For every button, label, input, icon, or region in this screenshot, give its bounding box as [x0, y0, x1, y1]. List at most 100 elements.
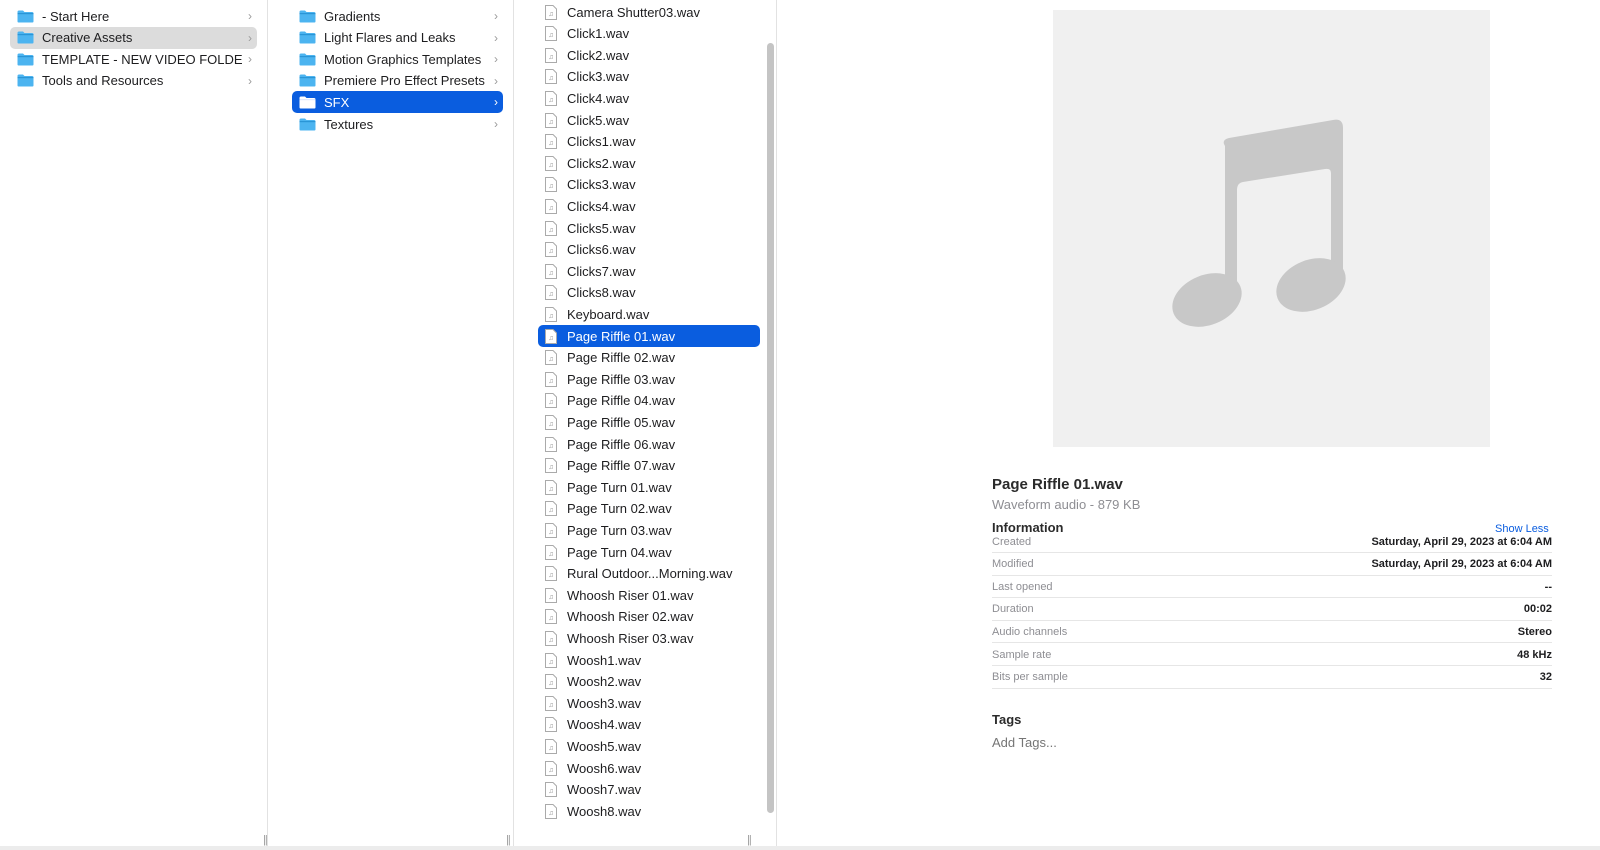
sfx-scrollbar[interactable]	[767, 43, 774, 813]
file-row[interactable]: ♫ Page Riffle 07.wav	[538, 455, 760, 477]
audio-file-icon: ♫	[545, 458, 557, 474]
chevron-right-icon: ›	[248, 9, 252, 23]
audio-file-icon: ♫	[545, 479, 557, 495]
svg-text:♫: ♫	[548, 54, 553, 61]
file-row[interactable]: ♫ Whoosh Riser 02.wav	[538, 606, 760, 628]
folder-icon	[17, 31, 34, 44]
file-row[interactable]: ♫ Page Riffle 06.wav	[538, 433, 760, 455]
info-value: Saturday, April 29, 2023 at 6:04 AM	[1371, 558, 1552, 571]
info-key: Last opened	[992, 580, 1053, 593]
file-row[interactable]: ♫ Clicks7.wav	[538, 260, 760, 282]
file-row[interactable]: ♫ Page Turn 03.wav	[538, 519, 760, 541]
file-name: Page Turn 03.wav	[567, 522, 672, 538]
audio-file-icon: ♫	[545, 90, 557, 106]
file-row[interactable]: ♫ Clicks6.wav	[538, 239, 760, 261]
info-row: Bits per sample 32	[992, 667, 1552, 689]
folder-row[interactable]: Textures ›	[292, 113, 503, 135]
file-row[interactable]: ♫ Woosh8.wav	[538, 800, 760, 822]
audio-file-icon: ♫	[545, 371, 557, 387]
file-row[interactable]: ♫ Woosh5.wav	[538, 735, 760, 757]
file-name: Woosh8.wav	[567, 803, 642, 819]
file-row[interactable]: ♫ Click3.wav	[538, 66, 760, 88]
audio-file-icon: ♫	[545, 587, 557, 603]
folder-row[interactable]: Light Flares and Leaks ›	[292, 27, 503, 49]
chevron-right-icon: ›	[494, 95, 498, 110]
folder-icon	[299, 118, 316, 131]
audio-file-icon: ♫	[545, 674, 557, 690]
folder-row[interactable]: Tools and Resources ›	[10, 70, 257, 92]
audio-file-icon: ♫	[545, 220, 557, 236]
file-name: Page Riffle 05.wav	[567, 414, 676, 430]
folder-row[interactable]: Gradients ›	[292, 5, 503, 27]
file-row[interactable]: ♫ Woosh4.wav	[538, 714, 760, 736]
column2-resize-handle[interactable]: ||	[506, 834, 511, 846]
file-row[interactable]: ♫ Whoosh Riser 01.wav	[538, 584, 760, 606]
svg-text:♫: ♫	[548, 399, 553, 406]
file-row[interactable]: ♫ Page Riffle 05.wav	[538, 411, 760, 433]
file-name: Clicks4.wav	[567, 198, 636, 214]
column3-resize-handle[interactable]: ||	[747, 834, 752, 846]
svg-text:♫: ♫	[548, 572, 553, 579]
chevron-right-icon: ›	[494, 9, 498, 23]
file-row[interactable]: ♫ Woosh6.wav	[538, 757, 760, 779]
audio-file-icon: ♫	[545, 112, 557, 128]
audio-file-icon: ♫	[545, 306, 557, 322]
file-name: Keyboard.wav	[567, 306, 650, 322]
file-row[interactable]: ♫ Clicks5.wav	[538, 217, 760, 239]
svg-text:♫: ♫	[548, 594, 553, 601]
folder-row[interactable]: TEMPLATE - NEW VIDEO FOLDER ›	[10, 48, 257, 70]
info-row: Created Saturday, April 29, 2023 at 6:04 …	[992, 531, 1552, 553]
svg-text:♫: ♫	[548, 291, 553, 298]
audio-file-icon: ♫	[545, 393, 557, 409]
file-row[interactable]: ♫ Clicks4.wav	[538, 195, 760, 217]
file-row[interactable]: ♫ Page Riffle 03.wav	[538, 368, 760, 390]
file-row[interactable]: ♫ Woosh2.wav	[538, 671, 760, 693]
file-row[interactable]: ♫ Clicks2.wav	[538, 152, 760, 174]
file-row[interactable]: ♫ Click2.wav	[538, 44, 760, 66]
audio-file-icon: ♫	[545, 803, 557, 819]
file-row[interactable]: ♫ Page Riffle 01.wav	[538, 325, 760, 347]
folder-row[interactable]: SFX ›	[292, 91, 503, 114]
file-row[interactable]: ♫ Click1.wav	[538, 23, 760, 45]
file-row[interactable]: ♫ Woosh1.wav	[538, 649, 760, 671]
file-row[interactable]: ♫ Clicks8.wav	[538, 282, 760, 304]
svg-text:♫: ♫	[548, 119, 553, 126]
file-name: Click1.wav	[567, 26, 630, 42]
column-creative-assets: Gradients › Light Flares and Leaks › Motion …	[282, 0, 514, 850]
file-row[interactable]: ♫ Page Turn 02.wav	[538, 498, 760, 520]
svg-text:♫: ♫	[548, 745, 553, 752]
folder-icon	[299, 53, 316, 66]
file-row[interactable]: ♫ Page Riffle 04.wav	[538, 390, 760, 412]
file-row[interactable]: ♫ Keyboard.wav	[538, 303, 760, 325]
folder-row[interactable]: Motion Graphics Templates ›	[292, 48, 503, 70]
column1-resize-handle[interactable]: ||	[263, 834, 268, 846]
svg-text:♫: ♫	[548, 270, 553, 277]
folder-row[interactable]: Creative Assets ›	[10, 26, 257, 49]
file-row[interactable]: ♫ Page Turn 04.wav	[538, 541, 760, 563]
file-name: Page Riffle 01.wav	[567, 328, 676, 344]
svg-text:♫: ♫	[548, 378, 553, 385]
audio-file-icon: ♫	[545, 26, 557, 42]
file-row[interactable]: ♫ Page Turn 01.wav	[538, 476, 760, 498]
file-row[interactable]: ♫ Rural Outdoor...Morning.wav	[538, 563, 760, 585]
file-name: Whoosh Riser 03.wav	[567, 630, 694, 646]
svg-text:♫: ♫	[548, 767, 553, 774]
add-tags-input[interactable]	[992, 735, 1192, 750]
info-value: Saturday, April 29, 2023 at 6:04 AM	[1371, 535, 1552, 548]
file-row[interactable]: ♫ Woosh3.wav	[538, 692, 760, 714]
file-row[interactable]: ♫ Page Riffle 02.wav	[538, 347, 760, 369]
audio-file-icon: ♫	[545, 198, 557, 214]
tags-heading: Tags	[992, 712, 1022, 727]
file-row[interactable]: ♫ Camera Shutter03.wav	[538, 1, 760, 23]
file-row[interactable]: ♫ Click5.wav	[538, 109, 760, 131]
file-row[interactable]: ♫ Click4.wav	[538, 87, 760, 109]
file-row[interactable]: ♫ Whoosh Riser 03.wav	[538, 627, 760, 649]
music-note-icon	[1172, 119, 1346, 327]
info-row: Sample rate 48 kHz	[992, 644, 1552, 666]
file-row[interactable]: ♫ Clicks3.wav	[538, 174, 760, 196]
file-row[interactable]: ♫ Clicks1.wav	[538, 131, 760, 153]
folder-row[interactable]: - Start Here ›	[10, 5, 257, 27]
file-row[interactable]: ♫ Woosh7.wav	[538, 779, 760, 801]
info-key: Sample rate	[992, 648, 1052, 661]
folder-row[interactable]: Premiere Pro Effect Presets ›	[292, 70, 503, 92]
